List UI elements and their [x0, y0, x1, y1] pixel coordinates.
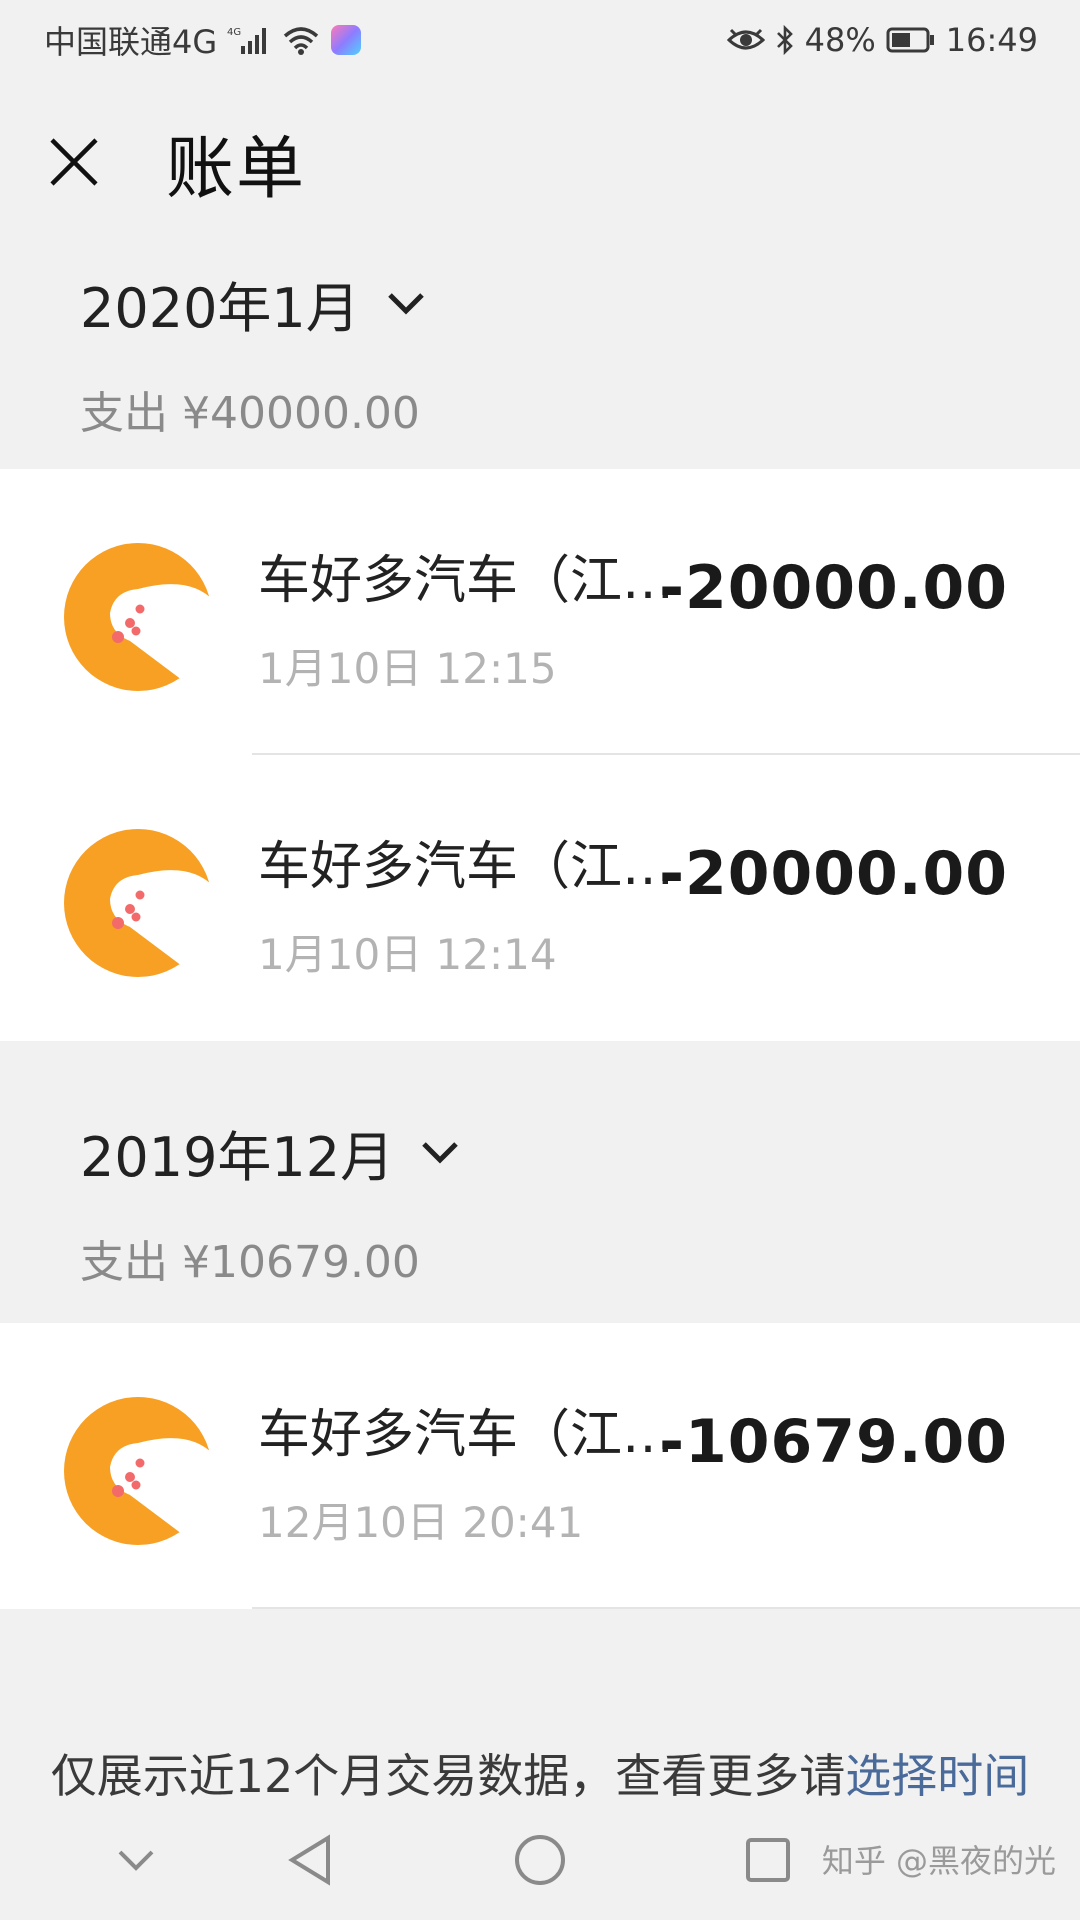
transaction-text: 车好多汽车（江苏）有限公司 12月10日 20:41 [258, 1403, 718, 1550]
transaction-row[interactable]: 车好多汽车（江苏）有限公司 1月10日 12:14 -20000.00 [0, 755, 1080, 1041]
transaction-amount: -20000.00 [659, 553, 1008, 623]
transaction-row[interactable]: 车好多汽车（江苏）有限公司 12月10日 20:41 -10679.00 [0, 1323, 1080, 1609]
hide-nav-button[interactable] [106, 1830, 166, 1890]
bluetooth-icon [775, 24, 795, 56]
transaction-text: 车好多汽车（江苏）有限公司 1月10日 12:14 [258, 835, 718, 982]
merchant-logo-icon [64, 829, 214, 979]
transaction-list: 车好多汽车（江苏）有限公司 1月10日 12:15 -20000.00 车好多汽… [0, 469, 1080, 1041]
status-bar: 中国联通4G 4G 48% 16:49 [0, 0, 1080, 80]
battery-icon [886, 26, 936, 54]
month-total: 支出 ¥40000.00 [80, 388, 420, 439]
footer-text: 仅展示近12个月交易数据，查看更多请 [50, 1749, 846, 1803]
battery-percent: 48% [804, 21, 876, 59]
transaction-time: 12月10日 20:41 [258, 1498, 584, 1547]
month-label: 2020年1月 [80, 277, 360, 340]
recents-square-icon [746, 1838, 790, 1882]
system-nav-bar: 知乎 @黑夜的光 [0, 1800, 1080, 1920]
chevron-down-icon [420, 1140, 460, 1166]
chevron-down-icon [386, 291, 426, 317]
back-button[interactable] [280, 1830, 340, 1890]
svg-text:4G: 4G [227, 27, 241, 38]
home-circle-icon [515, 1835, 565, 1885]
month-selector[interactable]: 2020年1月 [80, 264, 1080, 343]
status-right: 48% 16:49 [726, 21, 1038, 59]
eye-icon [726, 26, 765, 54]
page-header: 账单 [0, 80, 1080, 244]
footer-note: 仅展示近12个月交易数据，查看更多请选择时间 [0, 1740, 1080, 1806]
row-divider [252, 1607, 1080, 1609]
month-label: 2019年12月 [80, 1126, 395, 1189]
chevron-down-icon [118, 1850, 154, 1871]
merchant-name: 车好多汽车（江苏）有限公司 [258, 1405, 698, 1465]
transaction-time: 1月10日 12:14 [258, 930, 557, 979]
clock: 16:49 [945, 21, 1038, 59]
month-total: 支出 ¥10679.00 [80, 1237, 420, 1288]
transaction-list: 车好多汽车（江苏）有限公司 12月10日 20:41 -10679.00 [0, 1323, 1080, 1609]
month-header: 2020年1月 支出 ¥40000.00 [0, 244, 1080, 469]
merchant-name: 车好多汽车（江苏）有限公司 [258, 551, 698, 611]
page-title: 账单 [166, 129, 307, 209]
status-left: 中国联通4G 4G [44, 17, 362, 63]
watermark: 知乎 @黑夜的光 [821, 1842, 1056, 1880]
signal-icon: 4G [227, 24, 271, 56]
home-button[interactable] [510, 1830, 570, 1890]
month-header: 2019年12月 支出 ¥10679.00 [0, 1041, 1080, 1323]
recents-button[interactable] [738, 1830, 798, 1890]
wifi-icon [281, 24, 321, 56]
transaction-amount: -10679.00 [659, 1407, 1008, 1477]
transaction-row[interactable]: 车好多汽车（江苏）有限公司 1月10日 12:15 -20000.00 [0, 469, 1080, 755]
transaction-time: 1月10日 12:15 [258, 644, 557, 693]
merchant-logo-icon [64, 1397, 214, 1547]
transaction-amount: -20000.00 [659, 839, 1008, 909]
close-icon [50, 138, 98, 186]
merchant-name: 车好多汽车（江苏）有限公司 [258, 837, 698, 897]
transaction-text: 车好多汽车（江苏）有限公司 1月10日 12:15 [258, 549, 718, 696]
back-triangle-icon [288, 1834, 330, 1886]
app-icon [331, 25, 362, 55]
merchant-logo-icon [64, 543, 214, 693]
select-time-link[interactable]: 选择时间 [845, 1749, 1029, 1803]
carrier-label: 中国联通4G [44, 23, 218, 61]
month-selector[interactable]: 2019年12月 [80, 1113, 1080, 1192]
close-button[interactable] [44, 132, 104, 192]
